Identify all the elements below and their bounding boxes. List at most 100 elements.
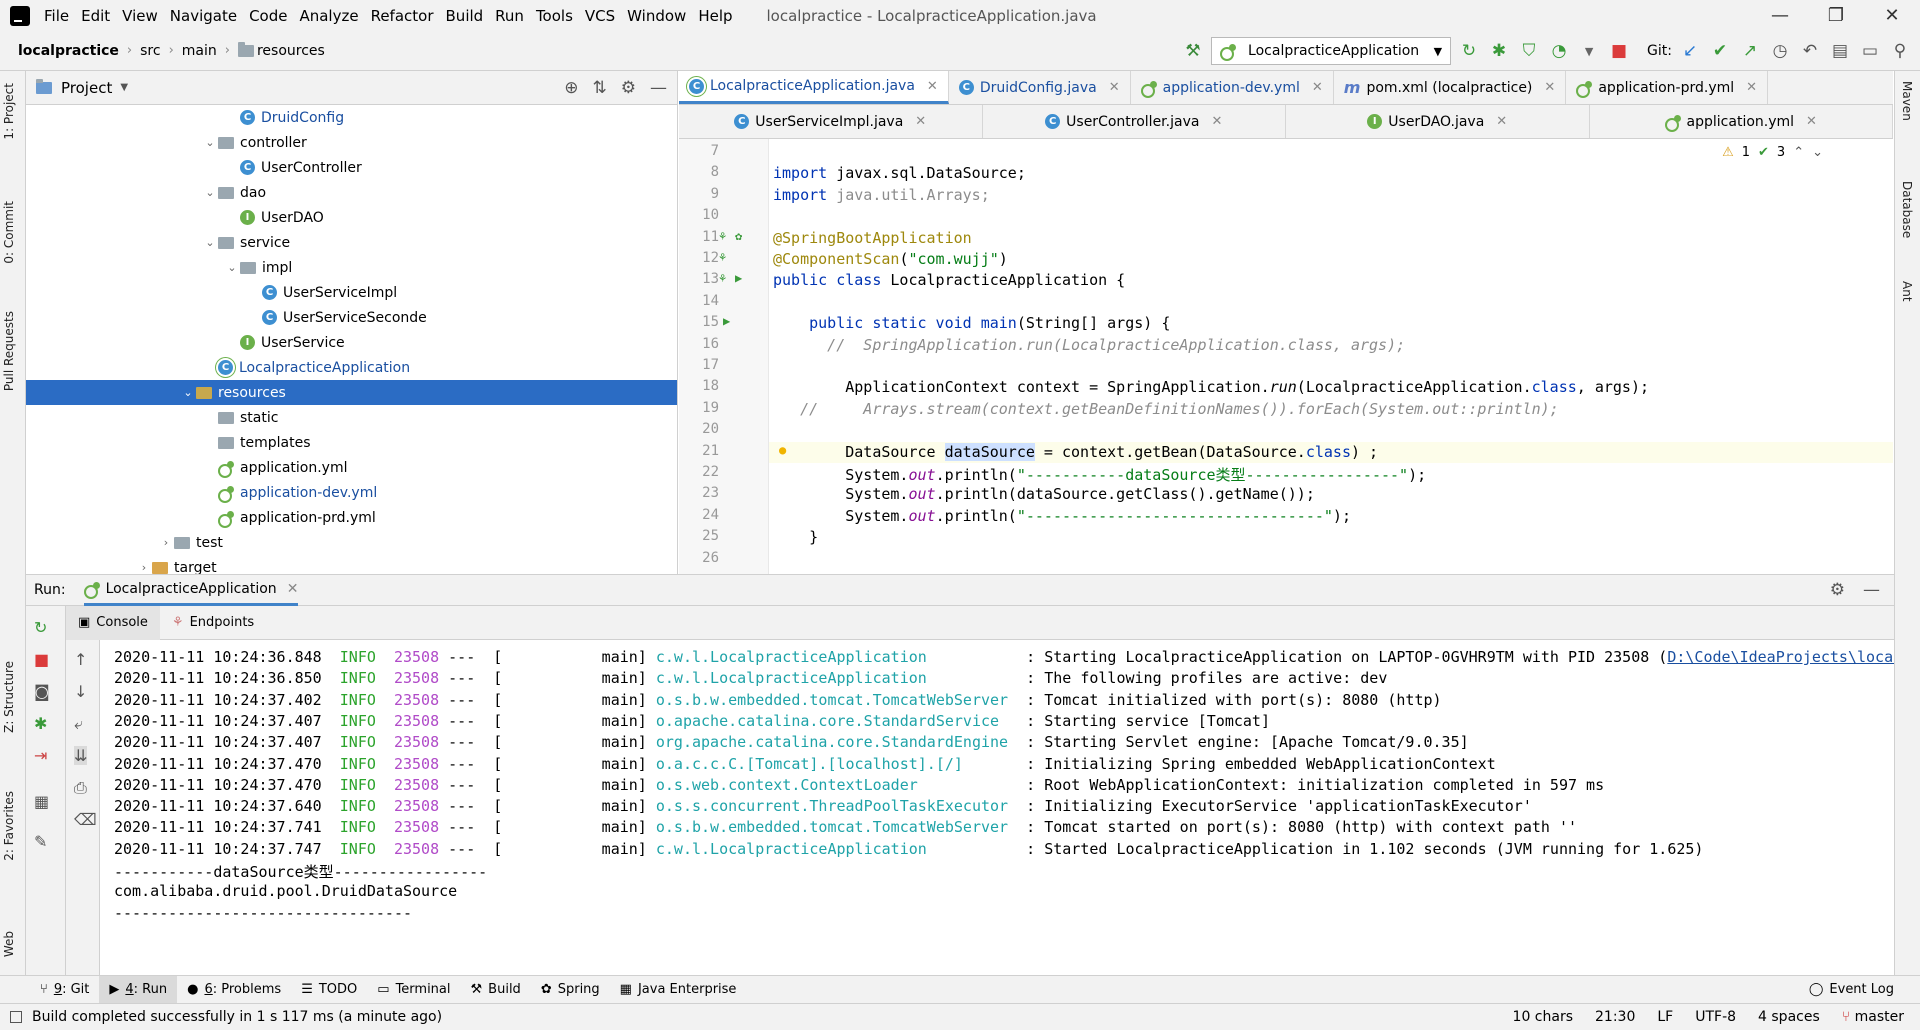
tool-tab-structure[interactable]: Z: Structure: [2, 661, 16, 733]
inspection-widget[interactable]: ⚠ 1 ✔ 3 ⌃ ⌄: [1722, 145, 1823, 160]
menu-view[interactable]: View: [116, 7, 164, 25]
tree-item[interactable]: C DruidConfig: [26, 105, 677, 130]
presentation-icon[interactable]: ▭: [1858, 39, 1882, 63]
locate-file-icon[interactable]: ⊕: [564, 78, 578, 98]
menu-code[interactable]: Code: [243, 7, 293, 25]
camera-icon[interactable]: ◙: [34, 682, 50, 701]
editor-tab[interactable]: m pom.xml (localpractice) ✕: [1334, 71, 1567, 104]
spring-boot-icon[interactable]: ✿: [735, 229, 742, 243]
rerun-icon[interactable]: ↻: [34, 618, 47, 637]
stop-icon[interactable]: ■: [34, 650, 49, 669]
tree-item[interactable]: I UserService: [26, 330, 677, 355]
editor-tab[interactable]: application.yml ✕: [1590, 105, 1893, 138]
menu-tools[interactable]: Tools: [530, 7, 579, 25]
run-configuration-select[interactable]: LocalpracticeApplication ▼: [1211, 37, 1452, 65]
file-encoding[interactable]: UTF-8: [1695, 1009, 1736, 1025]
chevron-down-icon[interactable]: ⌄: [1812, 145, 1823, 160]
close-icon[interactable]: ✕: [1312, 80, 1323, 95]
project-panel-title[interactable]: Project: [61, 79, 112, 97]
git-commit-icon[interactable]: ✔: [1708, 39, 1732, 63]
run-gutter-icon[interactable]: ▶: [735, 271, 742, 285]
editor-tab[interactable]: C UserServiceImpl.java ✕: [679, 105, 983, 138]
spring-bean-icon[interactable]: ⚘: [719, 229, 726, 243]
breadcrumb-resources[interactable]: resources: [234, 41, 329, 59]
spring-bean-icon[interactable]: ⚘: [719, 250, 726, 264]
collapse-all-icon[interactable]: ⇅: [593, 78, 607, 98]
tab-console[interactable]: ▣ Console: [66, 605, 160, 640]
tree-item[interactable]: application-dev.yml: [26, 480, 677, 505]
toggle-panels-icon[interactable]: [10, 1011, 22, 1023]
tool-tab-javaenterprise[interactable]: ▦ Java Enterprise: [610, 976, 747, 1004]
tree-item[interactable]: templates: [26, 430, 677, 455]
tool-tab-database[interactable]: Database: [1900, 181, 1914, 238]
line-separator[interactable]: LF: [1657, 1009, 1673, 1025]
tool-tab-pull-requests[interactable]: Pull Requests: [2, 311, 16, 391]
close-window-icon[interactable]: ✕: [1864, 0, 1920, 31]
chevron-down-icon[interactable]: ⌄: [202, 236, 218, 249]
chevron-right-icon[interactable]: ›: [136, 561, 152, 574]
tree-item[interactable]: C UserServiceImpl: [26, 280, 677, 305]
minimize-icon[interactable]: —: [1752, 0, 1808, 31]
close-icon[interactable]: ✕: [1746, 80, 1757, 95]
gear-icon[interactable]: ⚙: [621, 78, 636, 98]
code-view[interactable]: 7 8 9 10 11 12 13 14 15 16 17 18 19 20 21 22 23 24 25 26 ⚘ ⚘ ⚘…: [679, 139, 1893, 574]
arrow-up-icon[interactable]: ↑: [74, 650, 87, 669]
tree-item[interactable]: C UserServiceSeconde: [26, 305, 677, 330]
run-tab-localpractice[interactable]: LocalpracticeApplication ✕: [83, 575, 299, 606]
tree-item[interactable]: C LocalpracticeApplication: [26, 355, 677, 380]
tree-item[interactable]: I UserDAO: [26, 205, 677, 230]
print-icon[interactable]: ⎙: [74, 778, 87, 798]
tree-item[interactable]: ⌄ service: [26, 230, 677, 255]
layout-icon[interactable]: ▦: [34, 792, 49, 811]
chevron-down-icon[interactable]: ▼: [1577, 39, 1601, 63]
menu-refactor[interactable]: Refactor: [365, 7, 440, 25]
close-icon[interactable]: ✕: [1544, 80, 1555, 95]
lightbulb-icon[interactable]: ●: [779, 443, 786, 457]
chevron-down-icon[interactable]: ⌄: [224, 261, 240, 274]
chevron-down-icon[interactable]: ⌄: [202, 136, 218, 149]
tree-item[interactable]: › test: [26, 530, 677, 555]
tool-tab-ant[interactable]: Ant: [1900, 281, 1914, 302]
tree-item[interactable]: ⌄ controller: [26, 130, 677, 155]
breadcrumb-main[interactable]: main: [178, 43, 221, 59]
chevron-down-icon[interactable]: ⌄: [202, 186, 218, 199]
pin-icon[interactable]: ✎: [34, 832, 47, 851]
menu-analyze[interactable]: Analyze: [293, 7, 364, 25]
spring-bean-icon[interactable]: ⚘: [719, 271, 726, 285]
run-gutter-icon[interactable]: ▶: [723, 314, 730, 328]
menu-navigate[interactable]: Navigate: [164, 7, 243, 25]
menu-window[interactable]: Window: [621, 7, 692, 25]
log-path-link[interactable]: D:\Code\IdeaProjects\localpr: [1667, 648, 1894, 666]
breadcrumb-src[interactable]: src: [136, 43, 164, 59]
tool-tab-project[interactable]: 1: Project: [2, 83, 16, 140]
tree-item[interactable]: ⌄ impl: [26, 255, 677, 280]
close-icon[interactable]: ✕: [927, 79, 938, 94]
tool-tab-spring[interactable]: ✿ Spring: [531, 976, 610, 1004]
search-icon[interactable]: ⚲: [1888, 39, 1912, 63]
menu-file[interactable]: File: [38, 7, 75, 25]
breadcrumb-project[interactable]: localpractice: [14, 43, 123, 59]
tab-endpoints[interactable]: ⚘ Endpoints: [160, 606, 266, 640]
editor-tab[interactable]: application-dev.yml ✕: [1131, 71, 1334, 104]
gear-icon[interactable]: ⚙: [1830, 580, 1845, 600]
editor-tab[interactable]: C LocalpracticeApplication.java ✕: [679, 71, 949, 104]
menu-run[interactable]: Run: [489, 7, 530, 25]
hide-panel-icon[interactable]: —: [1863, 580, 1880, 600]
close-icon[interactable]: ✕: [287, 581, 299, 597]
menu-help[interactable]: Help: [692, 7, 738, 25]
chevron-down-icon[interactable]: ⌄: [180, 386, 196, 399]
editor-tab[interactable]: C DruidConfig.java ✕: [949, 71, 1131, 104]
coverage-icon[interactable]: ⛉: [1517, 39, 1541, 63]
rollback-icon[interactable]: ↶: [1798, 39, 1822, 63]
tool-tab-todo[interactable]: ☰ TODO: [291, 976, 367, 1004]
editor-tab[interactable]: application-prd.yml ✕: [1566, 71, 1769, 104]
menu-vcs[interactable]: VCS: [579, 7, 621, 25]
tool-tab-problems[interactable]: ● 6: Problems: [177, 976, 291, 1004]
editor-tab[interactable]: C UserController.java ✕: [983, 105, 1286, 138]
caret-position[interactable]: 21:30: [1595, 1009, 1635, 1025]
menu-build[interactable]: Build: [440, 7, 490, 25]
indent-setting[interactable]: 4 spaces: [1758, 1009, 1820, 1025]
scroll-to-end-icon[interactable]: ⇊: [74, 746, 88, 765]
debug-icon[interactable]: ✱: [1487, 39, 1511, 63]
hide-panel-icon[interactable]: —: [650, 78, 667, 98]
